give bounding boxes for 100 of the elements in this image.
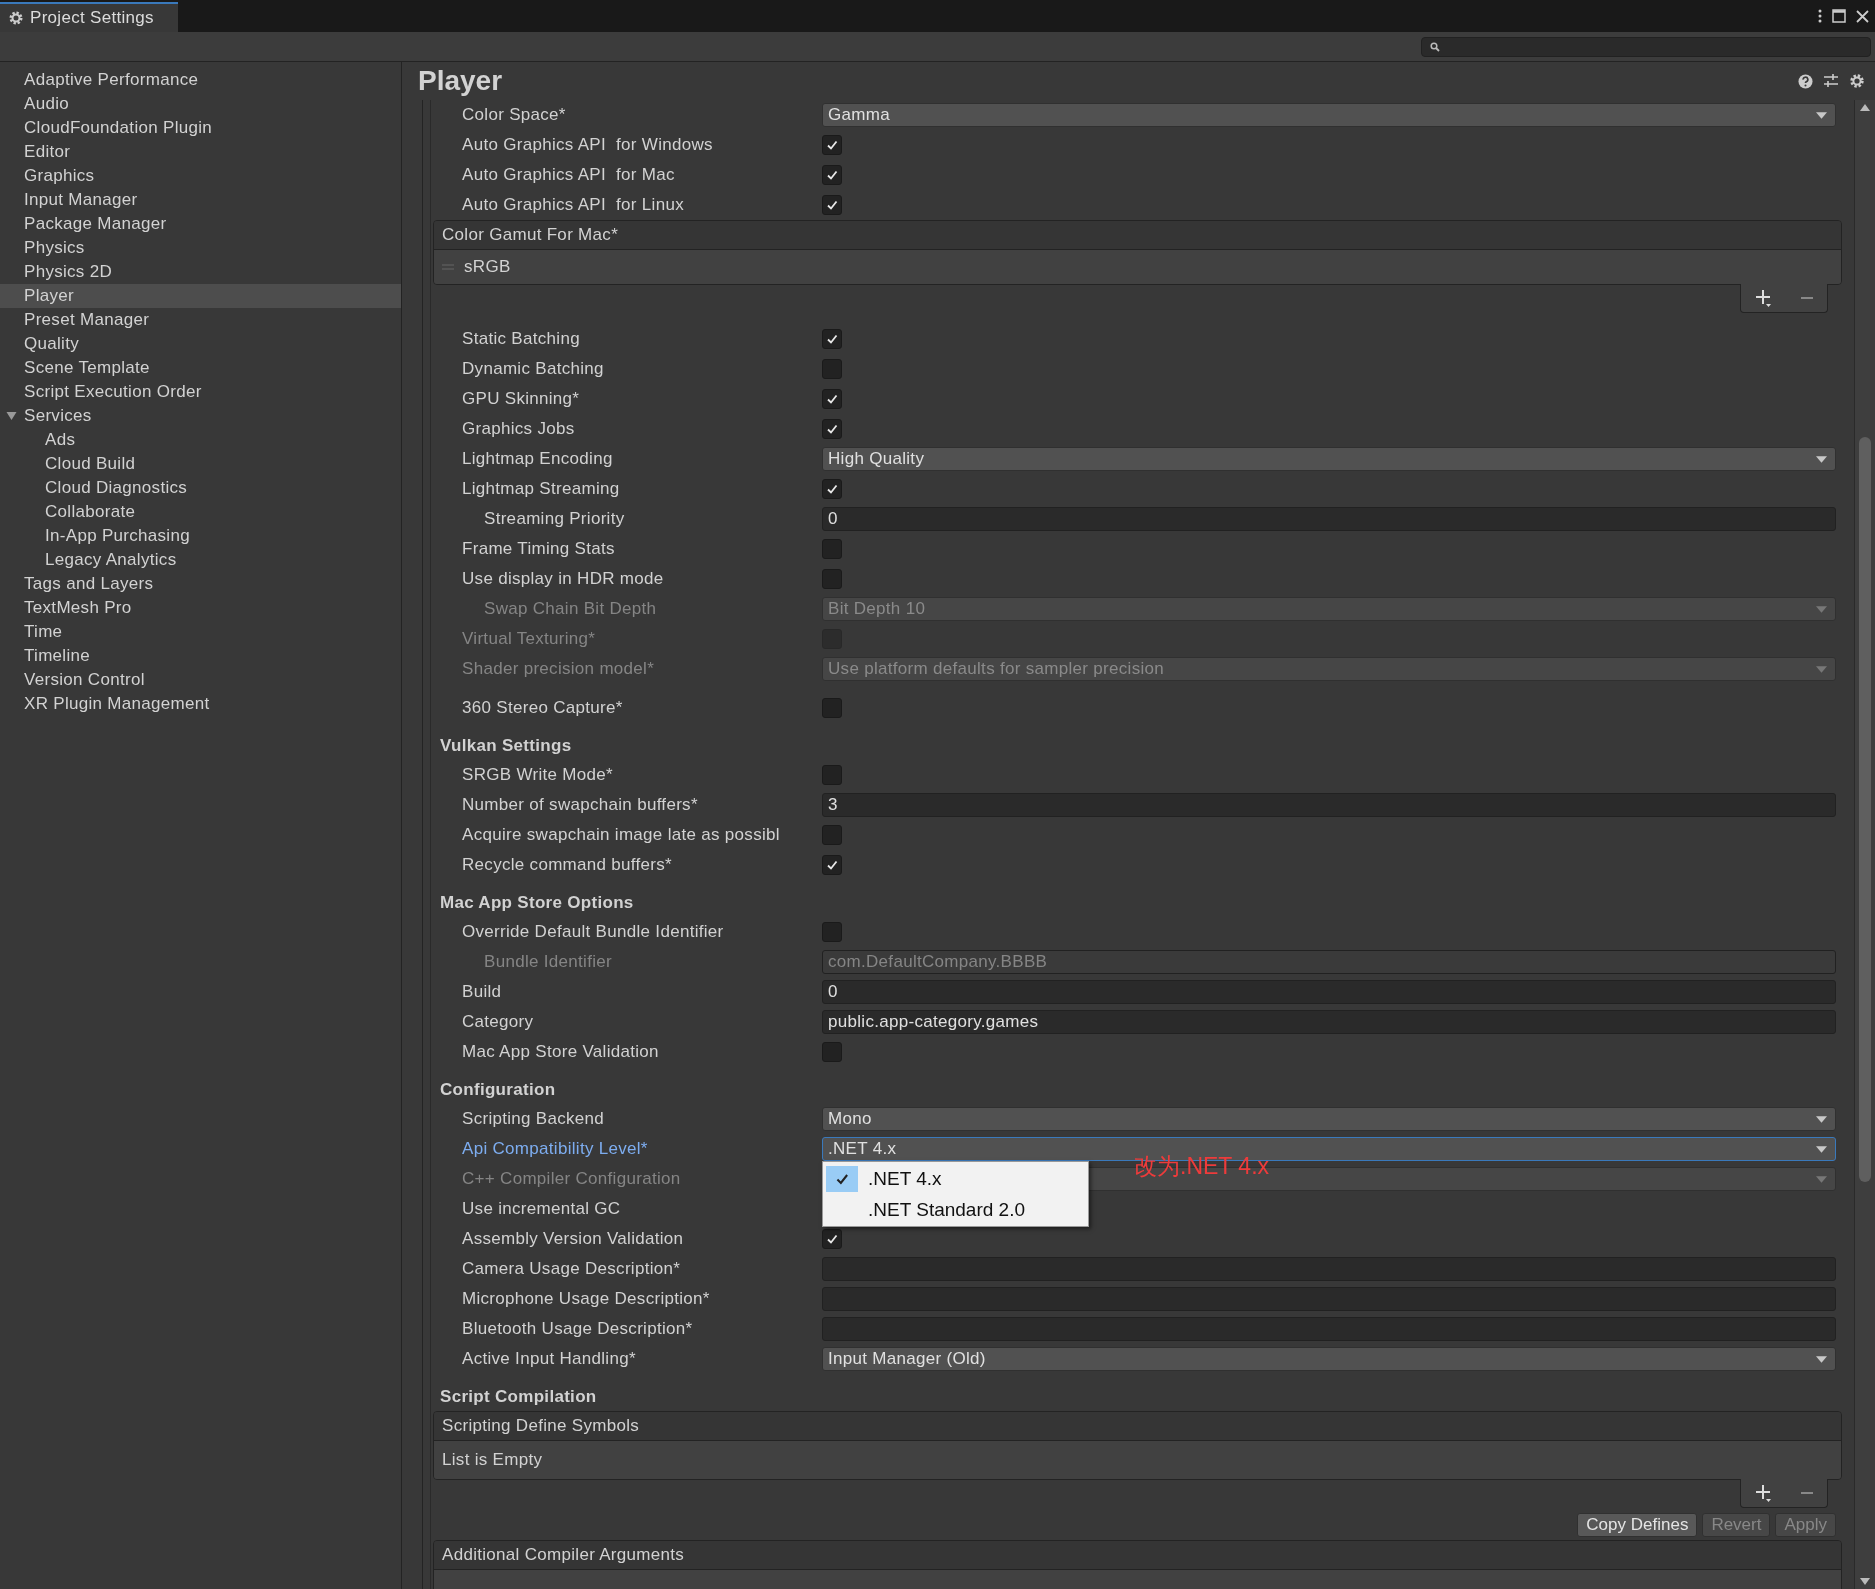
expanded-arrow-icon[interactable]: [6, 411, 17, 421]
setting-label: Use display in HDR mode: [462, 569, 665, 589]
setting-label: Auto Graphics API for Linux: [462, 195, 685, 215]
sliders-icon[interactable]: [1823, 73, 1839, 89]
checkbox[interactable]: [822, 329, 842, 349]
search-icon: [1430, 41, 1440, 52]
checkbox[interactable]: [822, 825, 842, 845]
list-header: Color Gamut For Mac*: [434, 221, 1841, 250]
checkbox[interactable]: [822, 419, 842, 439]
setting-label: Bluetooth Usage Description*: [462, 1319, 694, 1339]
add-icon[interactable]: [1754, 1484, 1773, 1502]
checkbox[interactable]: [822, 359, 842, 379]
input-field[interactable]: public.app-category.games: [822, 1010, 1836, 1034]
input-field[interactable]: 3: [822, 793, 1836, 817]
scroll-up-icon[interactable]: [1860, 104, 1870, 111]
setting-label: Camera Usage Description*: [462, 1259, 682, 1279]
dropdown-option[interactable]: .NET 4.x: [823, 1163, 1088, 1194]
setting-label: Active Input Handling*: [462, 1349, 637, 1369]
input-field[interactable]: 0: [822, 980, 1836, 1004]
checkbox[interactable]: [822, 569, 842, 589]
sidebar-item[interactable]: Physics: [0, 236, 401, 260]
settings-icon[interactable]: [1849, 73, 1865, 89]
checkmark-icon: [825, 138, 839, 152]
setting-label: Lightmap Encoding: [462, 449, 614, 469]
maximize-icon[interactable]: [1832, 9, 1846, 23]
sidebar-item[interactable]: Script Execution Order: [0, 380, 401, 404]
sidebar-item[interactable]: Player: [0, 284, 401, 308]
sidebar-item[interactable]: Quality: [0, 332, 401, 356]
sidebar-item[interactable]: Physics 2D: [0, 260, 401, 284]
input-field[interactable]: 0: [822, 507, 1836, 531]
add-icon[interactable]: [1754, 289, 1773, 307]
checkmark-icon: [825, 168, 839, 182]
dropdown[interactable]: Input Manager (Old): [822, 1347, 1836, 1371]
sidebar-item[interactable]: XR Plugin Management: [0, 692, 401, 716]
sidebar-item[interactable]: Package Manager: [0, 212, 401, 236]
close-icon[interactable]: [1856, 9, 1869, 23]
sidebar-item[interactable]: Time: [0, 620, 401, 644]
sidebar-item[interactable]: Ads: [0, 428, 401, 452]
caret-icon: [1816, 111, 1827, 119]
list-header: Scripting Define Symbols: [434, 1412, 1841, 1441]
setting-label: Category: [462, 1012, 535, 1032]
checkbox[interactable]: [822, 855, 842, 875]
dropdown-option[interactable]: .NET Standard 2.0: [823, 1194, 1088, 1225]
setting-label: GPU Skinning*: [462, 389, 581, 409]
more-icon[interactable]: [1818, 9, 1822, 23]
sidebar-item[interactable]: In-App Purchasing: [0, 524, 401, 548]
sidebar-item[interactable]: TextMesh Pro: [0, 596, 401, 620]
dropdown[interactable]: Mono: [822, 1107, 1836, 1131]
dropdown[interactable]: Gamma: [822, 103, 1836, 127]
sidebar-item[interactable]: Collaborate: [0, 500, 401, 524]
scroll-down-icon[interactable]: [1860, 1578, 1870, 1585]
section-heading: Configuration: [439, 1079, 557, 1101]
setting-label: Streaming Priority: [483, 509, 626, 529]
sidebar-item[interactable]: Editor: [0, 140, 401, 164]
checkbox[interactable]: [822, 922, 842, 942]
setting-label: Shader precision model*: [462, 659, 656, 679]
empty-list-message: List is Empty: [442, 1450, 543, 1470]
caret-icon: [1816, 455, 1827, 463]
sidebar-item[interactable]: Tags and Layers: [0, 572, 401, 596]
setting-label: Bundle Identifier: [483, 952, 613, 972]
setting-label: Lightmap Streaming: [462, 479, 621, 499]
sidebar-item[interactable]: Legacy Analytics: [0, 548, 401, 572]
checkbox[interactable]: [822, 479, 842, 499]
setting-label: Virtual Texturing*: [462, 629, 597, 649]
checkbox[interactable]: [822, 195, 842, 215]
scrollbar-thumb[interactable]: [1859, 437, 1871, 1182]
dropdown[interactable]: High Quality: [822, 447, 1836, 471]
window-tab[interactable]: Project Settings: [0, 2, 178, 32]
sidebar-item[interactable]: Timeline: [0, 644, 401, 668]
caret-icon: [1816, 1175, 1827, 1183]
setting-label: Static Batching: [462, 329, 581, 349]
sidebar-item[interactable]: Audio: [0, 92, 401, 116]
sidebar-item[interactable]: Preset Manager: [0, 308, 401, 332]
sidebar-item[interactable]: Version Control: [0, 668, 401, 692]
section-heading: Vulkan Settings: [439, 735, 573, 757]
checkmark-icon: [825, 422, 839, 436]
scrollbar[interactable]: [1854, 100, 1875, 1589]
setting-label: C++ Compiler Configuration: [462, 1169, 682, 1189]
checkbox[interactable]: [822, 1042, 842, 1062]
sidebar-item[interactable]: Cloud Diagnostics: [0, 476, 401, 500]
checkbox[interactable]: [822, 698, 842, 718]
sidebar-item[interactable]: CloudFoundation Plugin: [0, 116, 401, 140]
setting-label: Build: [462, 982, 503, 1002]
help-icon[interactable]: [1798, 73, 1813, 89]
checkbox[interactable]: [822, 165, 842, 185]
checkbox[interactable]: [822, 765, 842, 785]
sidebar-item[interactable]: Input Manager: [0, 188, 401, 212]
checkbox[interactable]: [822, 539, 842, 559]
sidebar-item[interactable]: Adaptive Performance: [0, 68, 401, 92]
sidebar-item[interactable]: Cloud Build: [0, 452, 401, 476]
sidebar-item[interactable]: Scene Template: [0, 356, 401, 380]
sidebar-item[interactable]: Services: [0, 404, 401, 428]
search-field[interactable]: [1421, 36, 1871, 57]
checkbox[interactable]: [822, 135, 842, 155]
sidebar-item[interactable]: Graphics: [0, 164, 401, 188]
list-item[interactable]: sRGB: [464, 257, 511, 277]
checkbox[interactable]: [822, 389, 842, 409]
checkbox[interactable]: [822, 1229, 842, 1249]
action-button[interactable]: Copy Defines: [1577, 1513, 1698, 1537]
checkmark-icon: [825, 332, 839, 346]
